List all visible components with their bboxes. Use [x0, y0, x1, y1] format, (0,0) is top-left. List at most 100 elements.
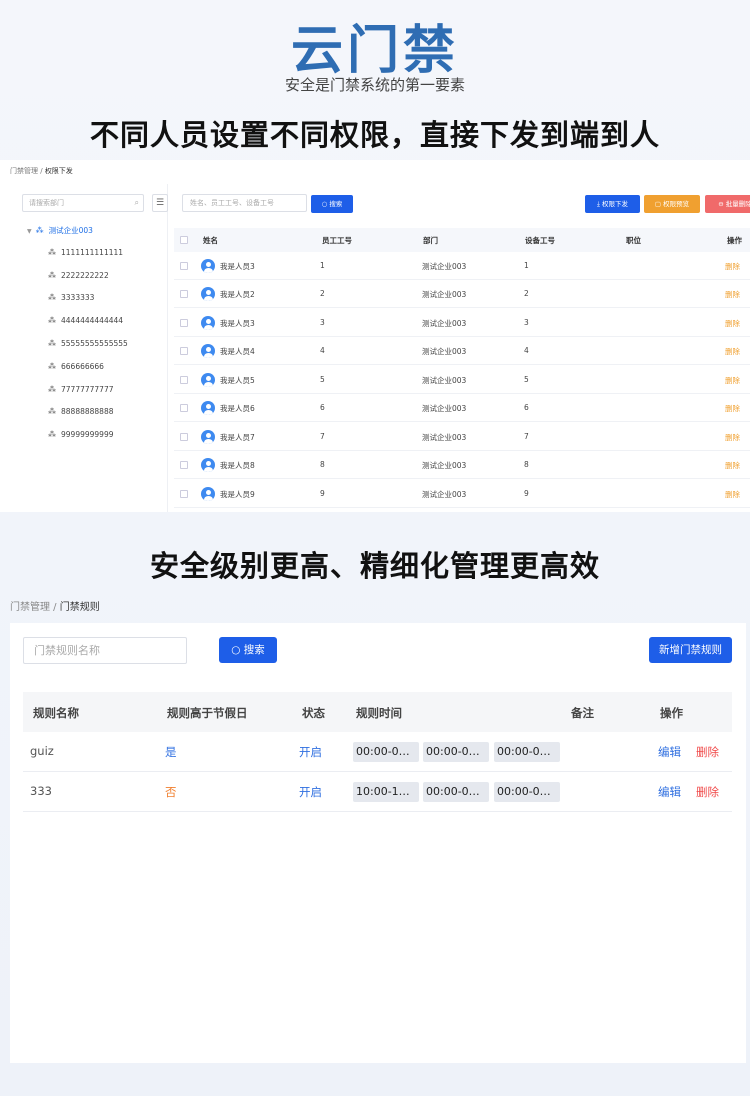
row-checkbox[interactable] — [180, 490, 188, 498]
table-row: 我是人员3 1 测试企业003 1 删除 — [174, 252, 750, 280]
avatar — [201, 344, 215, 358]
org-icon: ⁂ — [48, 362, 56, 371]
row-checkbox[interactable] — [180, 319, 188, 327]
col-name: 姓名 — [203, 236, 218, 245]
row-checkbox[interactable] — [180, 404, 188, 412]
personnel-list: 姓名、员工工号、设备工号 ○ 搜索 ⤓ 权限下发 ▢ 权限预览 ⊖ 批量删除 姓… — [170, 184, 750, 512]
tree-node[interactable]: ⁂ 2222222222 — [48, 271, 109, 280]
avatar — [201, 316, 215, 330]
tree-node[interactable]: ⁂ 99999999999 — [48, 430, 114, 439]
row-checkbox[interactable] — [180, 461, 188, 469]
tree-root-node[interactable]: ▼ ⁂ 测试企业003 — [27, 225, 93, 236]
filter-icon[interactable]: ☰ — [152, 194, 168, 212]
table-row: 我是人员4 4 测试企业003 4 删除 — [174, 337, 750, 365]
department-tree-panel: 请搜索部门 ⌕ ☰ ▼ ⁂ 测试企业003 ⁂ 1111111111111 ⁂ 2222… — [12, 184, 168, 512]
time-tag: 00:00-00:00 — [494, 782, 560, 802]
tree-node[interactable]: ⁂ 88888888888 — [48, 407, 114, 416]
issue-permission-button[interactable]: ⤓ 权限下发 — [585, 195, 640, 213]
batch-delete-button[interactable]: ⊖ 批量删除 — [705, 195, 750, 213]
breadcrumb: 门禁管理 / 门禁规则 — [10, 602, 100, 613]
col-status: 状态 — [302, 706, 325, 720]
col-rule-time: 规则时间 — [356, 706, 402, 720]
col-device-id: 设备工号 — [525, 236, 555, 245]
breadcrumb-current: 门禁规则 — [59, 602, 100, 613]
org-icon: ⁂ — [48, 385, 56, 394]
tree-node[interactable]: ⁂ 77777777777 — [48, 385, 114, 394]
preview-permission-button[interactable]: ▢ 权限预览 — [644, 195, 700, 213]
time-tag: 00:00-00:00 — [494, 742, 560, 762]
row-checkbox[interactable] — [180, 262, 188, 270]
table-header: 规则名称 规则高于节假日 状态 规则时间 备注 操作 — [23, 692, 732, 732]
col-position: 职位 — [626, 236, 641, 245]
permission-issue-panel: 门禁管理 / 权限下发 请搜索部门 ⌕ ☰ ▼ ⁂ 测试企业003 ⁂ 1111111… — [0, 160, 750, 512]
avatar — [201, 287, 215, 301]
org-icon: ⁂ — [48, 293, 56, 302]
table-row: 333 否 开启 10:00-19:00 00:00-01:00 00:00-0… — [23, 772, 732, 812]
hero-title: 云门禁 — [290, 21, 459, 81]
org-icon: ⁂ — [48, 271, 56, 280]
tree-node[interactable]: ⁂ 55555555555555 — [48, 339, 128, 348]
edit-link[interactable]: 编辑 — [658, 744, 681, 760]
col-emp-id: 员工工号 — [322, 236, 352, 245]
delete-link[interactable]: 删除 — [725, 261, 740, 272]
row-checkbox[interactable] — [180, 433, 188, 441]
delete-link[interactable]: 删除 — [725, 346, 740, 357]
time-tag: 00:00-00:00 — [423, 742, 489, 762]
trash-icon: ⊖ — [718, 200, 726, 208]
avatar — [201, 458, 215, 472]
avatar — [201, 401, 215, 415]
breadcrumb: 门禁管理 / 权限下发 — [10, 167, 73, 175]
tree-node[interactable]: ⁂ 666666666 — [48, 362, 104, 371]
tree-node[interactable]: ⁂ 1111111111111 — [48, 248, 123, 257]
org-icon: ⁂ — [48, 407, 56, 416]
table-row: guiz 是 开启 00:00-00:00 00:00-00:00 00:00-… — [23, 732, 732, 772]
avatar — [201, 259, 215, 273]
section1-title: 不同人员设置不同权限，直接下发到端到人 — [89, 118, 660, 152]
table-header: 姓名 员工工号 部门 设备工号 职位 操作 — [174, 228, 750, 252]
search-icon: ⌕ — [134, 198, 139, 207]
delete-link[interactable]: 删除 — [725, 403, 740, 414]
access-rule-panel: 门禁规则名称 ○ 搜索 新增门禁规则 规则名称 规则高于节假日 状态 规则时间 … — [10, 623, 746, 1063]
preview-icon: ▢ — [654, 200, 664, 208]
delete-link[interactable]: 删除 — [725, 318, 740, 329]
breadcrumb-current: 权限下发 — [44, 167, 73, 175]
org-icon: ⁂ — [48, 430, 56, 439]
tree-node[interactable]: ⁂ 4444444444444 — [48, 316, 123, 325]
table-row: 我是人员8 8 测试企业003 8 删除 — [174, 451, 750, 479]
edit-link[interactable]: 编辑 — [658, 784, 681, 800]
hero-subtitle: 安全是门禁系统的第一要素 — [284, 76, 465, 94]
delete-link[interactable]: 删除 — [725, 289, 740, 300]
col-action: 操作 — [660, 706, 683, 720]
table-row: 我是人员9 9 测试企业003 9 删除 — [174, 480, 750, 508]
breadcrumb-parent[interactable]: 门禁管理 — [10, 602, 50, 613]
row-checkbox[interactable] — [180, 376, 188, 384]
personnel-search-input[interactable]: 姓名、员工工号、设备工号 — [182, 194, 307, 212]
col-action: 操作 — [727, 236, 742, 245]
tree-node[interactable]: ⁂ 3333333 — [48, 293, 94, 302]
avatar — [201, 430, 215, 444]
caret-down-icon[interactable]: ▼ — [27, 228, 32, 235]
search-button[interactable]: ○ 搜索 — [219, 637, 277, 663]
breadcrumb-parent[interactable]: 门禁管理 — [10, 167, 38, 175]
search-icon: ○ — [231, 644, 244, 656]
row-checkbox[interactable] — [180, 290, 188, 298]
time-tag: 00:00-00:00 — [353, 742, 419, 762]
col-remark: 备注 — [571, 706, 594, 720]
delete-link[interactable]: 删除 — [696, 744, 719, 760]
delete-link[interactable]: 删除 — [725, 460, 740, 471]
select-all-checkbox[interactable] — [180, 236, 188, 244]
dept-search-input[interactable]: 请搜索部门 ⌕ — [22, 194, 144, 212]
delete-link[interactable]: 删除 — [725, 432, 740, 443]
rule-name-search-input[interactable]: 门禁规则名称 — [23, 637, 187, 664]
search-button[interactable]: ○ 搜索 — [311, 195, 353, 213]
table-row: 我是人员2 2 测试企业003 2 删除 — [174, 280, 750, 308]
add-rule-button[interactable]: 新增门禁规则 — [649, 637, 732, 663]
delete-link[interactable]: 删除 — [725, 375, 740, 386]
row-checkbox[interactable] — [180, 347, 188, 355]
col-dept: 部门 — [423, 236, 438, 245]
org-icon: ⁂ — [48, 248, 56, 257]
table-row: 我是人员5 5 测试企业003 5 删除 — [174, 366, 750, 394]
delete-link[interactable]: 删除 — [725, 489, 740, 500]
table-row: 我是人员6 6 测试企业003 6 删除 — [174, 394, 750, 422]
delete-link[interactable]: 删除 — [696, 784, 719, 800]
